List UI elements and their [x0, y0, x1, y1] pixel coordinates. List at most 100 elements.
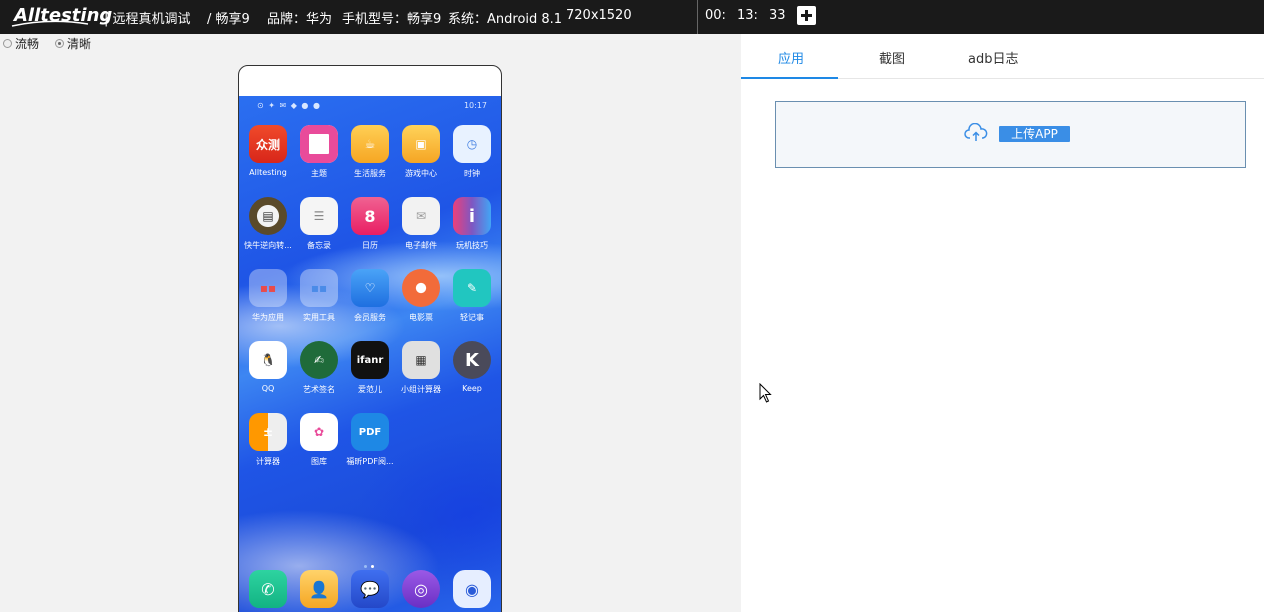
movie-ticket-icon	[402, 269, 440, 307]
calculator-icon: ▦	[402, 341, 440, 379]
life-service-icon: ☕	[351, 125, 389, 163]
upload-app-button[interactable]: 上传APP	[999, 126, 1070, 142]
alltesting-icon: 众测	[249, 125, 287, 163]
app-label: 电子邮件	[405, 241, 437, 250]
quality-selector: 流畅 清晰	[3, 35, 107, 51]
app-member-service[interactable]: ♡ 会员服务	[342, 269, 398, 323]
app-calculator[interactable]: ▦ 小组计算器	[393, 341, 449, 395]
notes-icon: ✎	[453, 269, 491, 307]
device-model: 手机型号：畅享9	[342, 12, 442, 27]
dock-browser[interactable]: ◎	[393, 570, 449, 608]
app-qq[interactable]: 🐧 QQ	[240, 341, 296, 393]
radio-clear[interactable]	[55, 38, 65, 48]
app-pdf-reader[interactable]: PDF 福昕PDF阅...	[342, 413, 398, 467]
tab-screenshot[interactable]: 截图	[879, 48, 905, 67]
device-resolution: 720x1520	[566, 8, 632, 23]
tools-folder-icon: ▪▪	[300, 269, 338, 307]
radio-smooth[interactable]	[3, 38, 12, 48]
app-tools-folder[interactable]: ▪▪ 实用工具	[291, 269, 347, 323]
app-clock[interactable]: ◷ 时钟	[444, 125, 500, 179]
app-gallery[interactable]: ✿ 图库	[291, 413, 347, 467]
app-label: 福昕PDF阅...	[346, 457, 394, 466]
browser-icon: ◎	[402, 570, 440, 608]
radio-clear-label[interactable]: 清晰	[67, 35, 91, 52]
extend-time-button[interactable]	[797, 6, 816, 25]
tips-icon: i	[453, 197, 491, 235]
app-notes[interactable]: ✎ 轻记事	[444, 269, 500, 323]
clock-icon: ◷	[453, 125, 491, 163]
app-label: 生活服务	[354, 169, 386, 178]
app-label: 快牛逆向转...	[244, 241, 292, 250]
dock-messages[interactable]: 💬	[342, 570, 398, 608]
side-panel: 应用 截图 adb日志 上传APP	[741, 34, 1264, 612]
ifanr-icon: ifanr	[351, 341, 389, 379]
mouse-cursor-icon	[759, 383, 772, 403]
dock-camera[interactable]: ◉	[444, 570, 500, 608]
app-unit-converter[interactable]: ▤ 快牛逆向转...	[240, 197, 296, 251]
page-title: | 远程真机调试	[104, 12, 191, 27]
game-center-icon: ▣	[402, 125, 440, 163]
radio-smooth-label[interactable]: 流畅	[15, 35, 39, 52]
active-tab-indicator	[741, 77, 838, 79]
app-label: 实用工具	[303, 313, 335, 322]
device-frame: ⊙ ✦ ✉ ◆ ● ● 10:17 众测 Alltesting 主题 ☕ 生活服务 ▣ 游戏…	[238, 65, 502, 612]
qq-icon: 🐧	[249, 341, 287, 379]
timer-minutes: 13:	[737, 8, 758, 23]
dock-phone[interactable]: ✆	[240, 570, 296, 608]
app-label: 计算器	[256, 457, 280, 466]
messages-icon: 💬	[351, 570, 389, 608]
device-brand: 品牌：华为	[267, 12, 333, 27]
device-screen[interactable]: ⊙ ✦ ✉ ◆ ● ● 10:17 众测 Alltesting 主题 ☕ 生活服务 ▣ 游戏…	[239, 96, 501, 612]
app-art-signature[interactable]: ✍ 艺术签名	[291, 341, 347, 395]
app-calendar[interactable]: 8 日历	[342, 197, 398, 251]
calculator2-icon: ±	[249, 413, 287, 451]
art-signature-icon: ✍	[300, 341, 338, 379]
camera-icon: ◉	[453, 570, 491, 608]
phone-icon: ✆	[249, 570, 287, 608]
app-label: 电影票	[409, 313, 433, 322]
app-label: 日历	[362, 241, 378, 250]
gallery-icon: ✿	[300, 413, 338, 451]
app-label: 玩机技巧	[456, 241, 488, 250]
app-email[interactable]: ✉ 电子邮件	[393, 197, 449, 251]
app-calculator2[interactable]: ± 计算器	[240, 413, 296, 467]
timer-seconds: 33	[769, 8, 786, 23]
app-label: 图库	[311, 457, 327, 466]
dock-contacts[interactable]: 👤	[291, 570, 347, 608]
status-time: 10:17	[463, 101, 487, 110]
app-keep[interactable]: K Keep	[444, 341, 500, 393]
app-life-service[interactable]: ☕ 生活服务	[342, 125, 398, 179]
panel-tabs: 应用 截图 adb日志	[741, 34, 1264, 79]
device-name: / 畅享9	[207, 12, 250, 27]
app-label: 轻记事	[460, 313, 484, 322]
tab-apps[interactable]: 应用	[778, 48, 804, 67]
app-label: QQ	[261, 384, 275, 393]
app-label: Alltesting	[249, 168, 287, 177]
app-label: 会员服务	[354, 313, 386, 322]
keep-icon: K	[453, 341, 491, 379]
app-huawei-apps-folder[interactable]: ▪▪ 华为应用	[240, 269, 296, 323]
app-label: Keep	[462, 384, 482, 393]
app-label: 爱范儿	[358, 385, 382, 394]
app-game-center[interactable]: ▣ 游戏中心	[393, 125, 449, 179]
email-icon: ✉	[402, 197, 440, 235]
huawei-apps-folder-icon: ▪▪	[249, 269, 287, 307]
app-ifanr[interactable]: ifanr 爱范儿	[342, 341, 398, 395]
tab-adb-log[interactable]: adb日志	[968, 48, 1018, 67]
app-label: 艺术签名	[303, 385, 335, 394]
app-theme[interactable]: 主题	[291, 125, 347, 179]
app-label: 游戏中心	[405, 169, 437, 178]
app-memo[interactable]: ☰ 备忘录	[291, 197, 347, 251]
member-service-icon: ♡	[351, 269, 389, 307]
app-alltesting[interactable]: 众测 Alltesting	[240, 125, 296, 177]
memo-icon: ☰	[300, 197, 338, 235]
app-tips[interactable]: i 玩机技巧	[444, 197, 500, 251]
app-label: 华为应用	[252, 313, 284, 322]
topbar-divider	[697, 0, 698, 34]
upload-area[interactable]: 上传APP	[775, 101, 1246, 168]
cloud-upload-icon	[964, 123, 988, 141]
theme-icon	[300, 125, 338, 163]
status-bar: ⊙ ✦ ✉ ◆ ● ● 10:17	[239, 96, 501, 116]
app-movie-ticket[interactable]: 电影票	[393, 269, 449, 323]
notification-icons: ⊙ ✦ ✉ ◆ ● ●	[257, 101, 321, 110]
